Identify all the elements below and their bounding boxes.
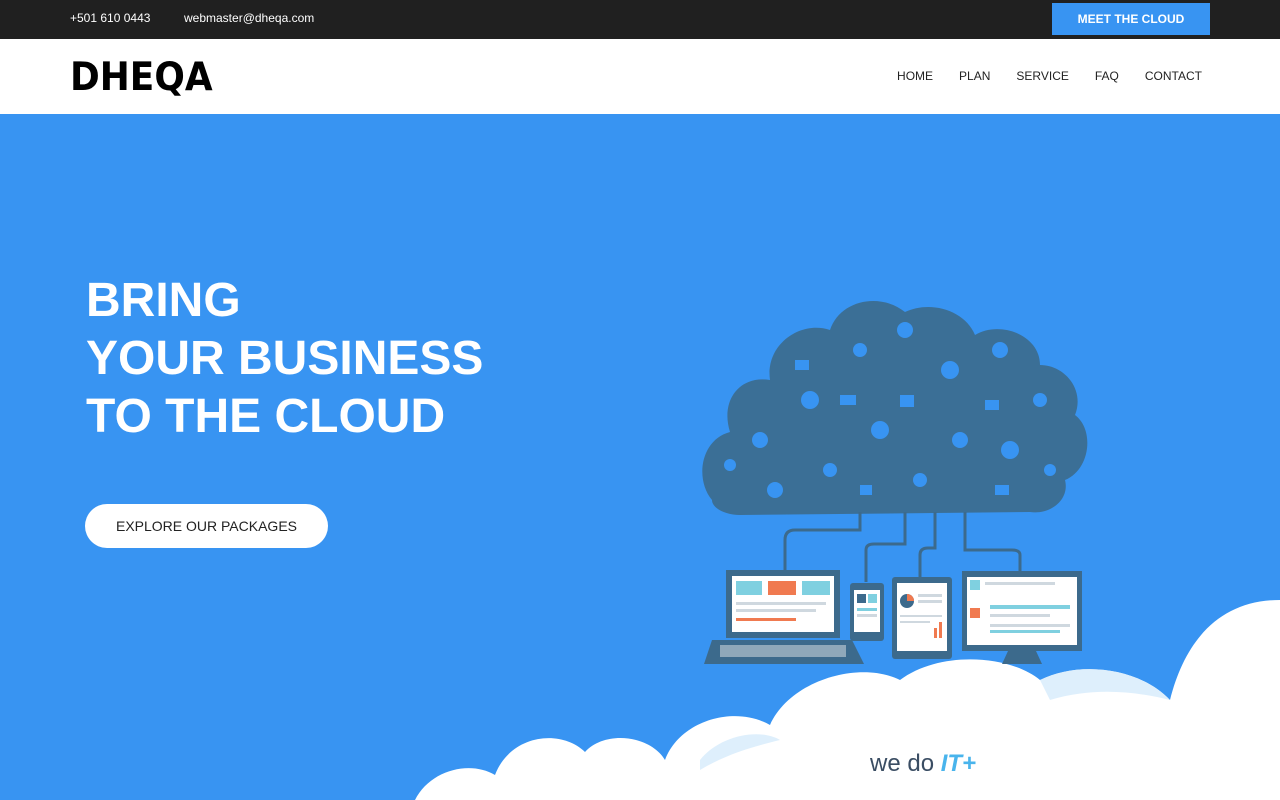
nav-plan[interactable]: PLAN	[959, 69, 990, 83]
tagline: we do IT+	[870, 750, 976, 778]
icon-cloud	[702, 300, 1088, 515]
laptop	[704, 570, 864, 664]
hero-headline-line-2: YOUR BUSINESS	[86, 332, 484, 385]
meet-the-cloud-button[interactable]: MEET THE CLOUD	[1052, 3, 1210, 35]
hero-headline-line-1: BRING	[86, 274, 241, 327]
phone-device	[850, 583, 884, 641]
explore-packages-button[interactable]: EXPLORE OUR PACKAGES	[85, 504, 328, 548]
nav-faq[interactable]: FAQ	[1095, 69, 1119, 83]
tablet-device	[892, 577, 952, 659]
top-bar: +501 610 0443 webmaster@dheqa.com MEET T…	[0, 0, 1280, 39]
main-nav: HOME PLAN SERVICE FAQ CONTACT	[871, 69, 1202, 83]
hero-headline: BRING YOUR BUSINESS TO THE CLOUD	[86, 272, 483, 446]
hero-headline-line-3: TO THE CLOUD	[86, 390, 446, 443]
tagline-prefix: we do	[870, 750, 935, 777]
site-header: DHEQA HOME PLAN SERVICE FAQ CONTACT	[0, 39, 1280, 114]
cloud-devices-illustration	[415, 300, 1280, 800]
nav-service[interactable]: SERVICE	[1016, 69, 1068, 83]
white-clouds	[415, 600, 1280, 800]
phone-number[interactable]: +501 610 0443	[70, 11, 150, 25]
tagline-emphasis: IT+	[940, 750, 977, 777]
nav-home[interactable]: HOME	[897, 69, 933, 83]
nav-contact[interactable]: CONTACT	[1145, 69, 1202, 83]
email-address[interactable]: webmaster@dheqa.com	[184, 11, 314, 25]
logo[interactable]: DHEQA	[70, 55, 213, 100]
monitor-device	[962, 571, 1082, 664]
